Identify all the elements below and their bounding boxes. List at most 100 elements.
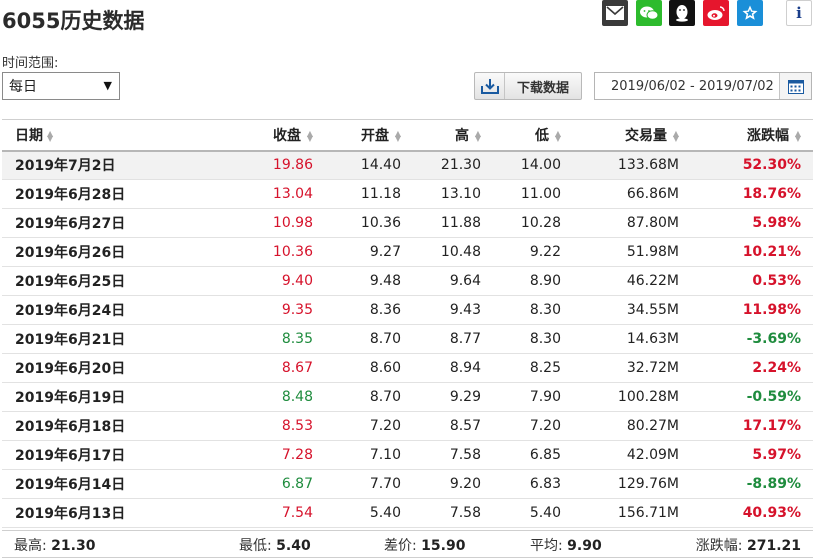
cell-close: 8.48 — [281, 389, 313, 405]
cell-low: 10.28 — [520, 215, 561, 231]
table-row: 2019年6月24日 9.35 8.36 9.43 8.30 34.55M 11.98% — [2, 296, 813, 325]
cell-close: 10.98 — [272, 215, 313, 231]
column-header-change[interactable]: 涨跌幅 ▲ ▼ — [691, 120, 813, 151]
cell-open: 7.10 — [369, 447, 401, 463]
cell-volume: 66.86M — [626, 186, 679, 202]
cell-change: 5.98% — [752, 215, 801, 231]
cell-close: 8.53 — [281, 418, 313, 434]
column-header-open[interactable]: 开盘 ▲ ▼ — [325, 120, 413, 151]
cell-change: 11.98% — [742, 302, 801, 318]
column-header-label: 日期 — [15, 127, 43, 144]
cell-close: 8.35 — [281, 331, 313, 347]
sort-icon: ▲ ▼ — [554, 128, 561, 143]
cell-change: 52.30% — [742, 157, 801, 174]
qq-icon[interactable] — [669, 0, 695, 26]
table-row: 2019年6月20日 8.67 8.60 8.94 8.25 32.72M 2.24% — [2, 354, 813, 383]
cell-volume: 14.63M — [626, 331, 679, 347]
table-row: 2019年6月28日 13.04 11.18 13.10 11.00 66.86M 18.7… — [2, 180, 813, 209]
sort-icon: ▲ ▼ — [672, 128, 679, 143]
cell-open: 9.48 — [369, 273, 401, 289]
sort-icon: ▲ ▼ — [794, 128, 801, 143]
cell-high: 7.58 — [449, 447, 481, 463]
cell-close: 7.54 — [281, 505, 313, 521]
cell-low: 8.30 — [529, 302, 561, 318]
cell-date: 2019年7月2日 — [15, 158, 116, 175]
cell-change: 17.17% — [742, 418, 801, 434]
cell-high: 9.20 — [449, 476, 481, 492]
cell-high: 21.30 — [440, 157, 481, 174]
cell-change: -3.69% — [746, 331, 801, 347]
cell-date: 2019年6月20日 — [15, 361, 126, 377]
table-row: 2019年6月13日 7.54 5.40 7.58 5.40 156.71M 40.93% — [2, 499, 813, 528]
cell-volume: 129.76M — [617, 476, 679, 492]
cell-volume: 100.28M — [617, 389, 679, 405]
page-title: 6055历史数据 — [2, 9, 145, 33]
range-select[interactable]: 每日 ▼ — [2, 72, 120, 100]
cell-volume: 46.22M — [626, 273, 679, 289]
column-header-high[interactable]: 高 ▲ ▼ — [413, 120, 493, 151]
info-icon[interactable]: i — [786, 0, 812, 26]
download-label: 下载数据 — [516, 80, 569, 96]
weibo-icon[interactable] — [703, 0, 729, 26]
cell-close: 13.04 — [272, 186, 313, 202]
calendar-icon[interactable] — [779, 73, 811, 99]
column-header-close[interactable]: 收盘 ▲ ▼ — [172, 120, 325, 151]
cell-change: 10.21% — [742, 244, 801, 260]
column-header-label: 交易量 — [625, 127, 667, 144]
cell-date: 2019年6月13日 — [15, 506, 126, 522]
cell-close: 9.35 — [281, 302, 313, 318]
cell-low: 6.85 — [529, 447, 561, 463]
column-header-label: 开盘 — [361, 127, 389, 144]
range-label: 时间范围: — [2, 56, 59, 71]
column-header-volume[interactable]: 交易量 ▲ ▼ — [573, 120, 691, 151]
table-row: 2019年6月17日 7.28 7.10 7.58 6.85 42.09M 5.97% — [2, 441, 813, 470]
cell-open: 5.40 — [369, 505, 401, 521]
column-header-label: 高 — [455, 127, 469, 144]
cell-volume: 51.98M — [626, 244, 679, 260]
cell-open: 8.36 — [369, 302, 401, 318]
cell-volume: 156.71M — [617, 505, 679, 521]
wechat-icon[interactable] — [636, 0, 662, 26]
star-icon[interactable] — [737, 0, 763, 26]
table-row: 2019年6月25日 9.40 9.48 9.64 8.90 46.22M 0.53% — [2, 267, 813, 296]
cell-close: 19.86 — [272, 157, 313, 174]
cell-low: 8.90 — [529, 273, 561, 289]
column-header-date[interactable]: 日期 ▲ ▼ — [2, 120, 172, 151]
column-header-low[interactable]: 低 ▲ ▼ — [493, 120, 573, 151]
sort-icon: ▲ ▼ — [47, 128, 54, 143]
download-icon — [475, 73, 505, 99]
cell-open: 8.70 — [369, 331, 401, 347]
cell-date: 2019年6月27日 — [15, 216, 126, 232]
cell-open: 8.70 — [369, 389, 401, 405]
cell-high: 7.58 — [449, 505, 481, 521]
cell-volume: 87.80M — [626, 215, 679, 231]
sort-icon: ▲ ▼ — [306, 128, 313, 143]
cell-date: 2019年6月25日 — [15, 274, 126, 290]
history-table: 日期 ▲ ▼ 收盘 ▲ ▼ 开盘 ▲ ▼ 高 ▲ ▼ 低 ▲ ▼ 交易量 ▲ ▼ 涨跌幅 ▲ ▼ 2019年7月2日 19… — [2, 119, 813, 528]
cell-close: 7.28 — [281, 447, 313, 463]
cell-low: 8.25 — [529, 360, 561, 376]
date-range-picker[interactable]: 2019/06/02 - 2019/07/02 — [594, 72, 812, 100]
table-row: 2019年6月14日 6.87 7.70 9.20 6.83 129.76M -8.89% — [2, 470, 813, 499]
cell-low: 14.00 — [520, 157, 561, 174]
download-data-button[interactable]: 下载数据 — [474, 72, 582, 100]
cell-volume: 42.09M — [626, 447, 679, 463]
summary-diff: 差价: 15.90 — [384, 538, 466, 554]
summary-high: 最高: 21.30 — [14, 538, 96, 554]
cell-change: 18.76% — [742, 186, 801, 202]
summary-bar: 最高: 21.30 最低: 5.40 差价: 15.90 平均: 9.90 涨跌… — [2, 530, 813, 558]
cell-high: 9.43 — [449, 302, 481, 318]
range-select-value: 每日 — [9, 79, 37, 95]
cell-open: 9.27 — [369, 244, 401, 260]
cell-date: 2019年6月14日 — [15, 477, 126, 493]
cell-change: 0.53% — [752, 273, 801, 289]
table-row: 2019年6月27日 10.98 10.36 11.88 10.28 87.80M 5.98… — [2, 209, 813, 238]
cell-low: 11.00 — [520, 186, 561, 202]
mail-icon[interactable] — [602, 0, 628, 26]
cell-open: 11.18 — [360, 186, 401, 202]
table-row: 2019年6月19日 8.48 8.70 9.29 7.90 100.28M -0.59% — [2, 383, 813, 412]
history-table-container: 日期 ▲ ▼ 收盘 ▲ ▼ 开盘 ▲ ▼ 高 ▲ ▼ 低 ▲ ▼ 交易量 ▲ ▼ 涨跌幅 ▲ ▼ 2019年7月2日 19… — [2, 119, 813, 528]
cell-low: 7.90 — [529, 389, 561, 405]
cell-high: 8.77 — [449, 331, 481, 347]
table-row: 2019年6月18日 8.53 7.20 8.57 7.20 80.27M 17.17% — [2, 412, 813, 441]
